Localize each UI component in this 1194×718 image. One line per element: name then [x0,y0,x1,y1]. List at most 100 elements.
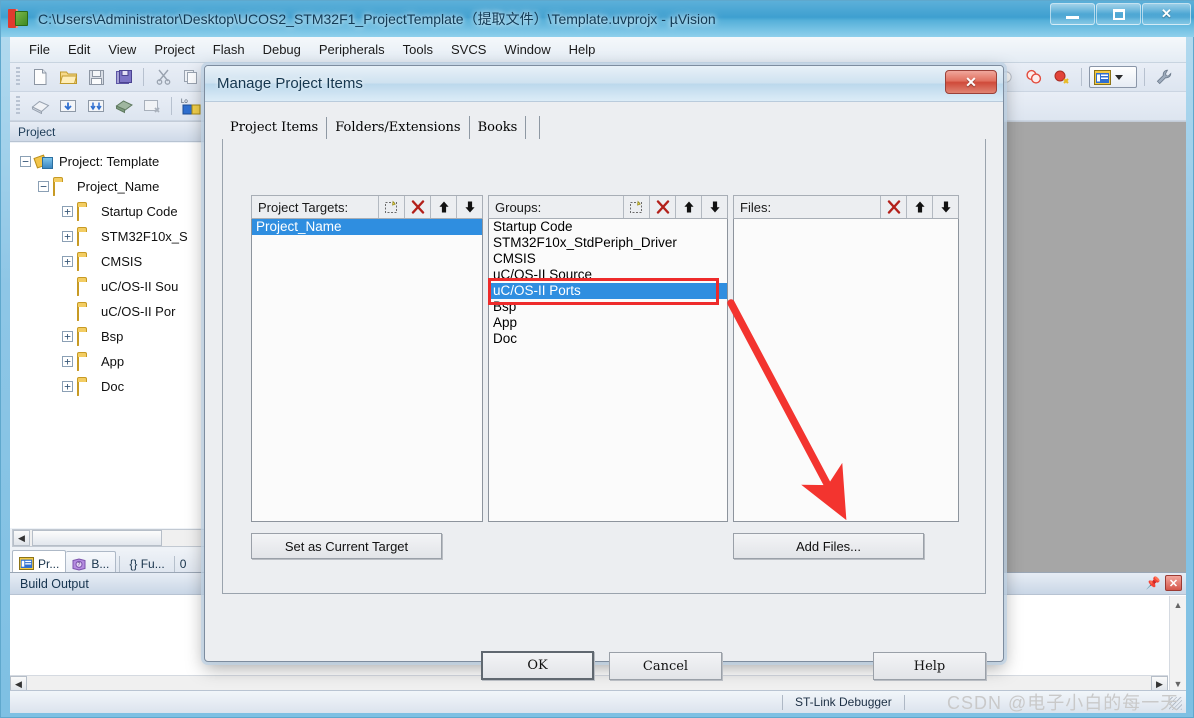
kill-breakpoints-icon[interactable] [1049,65,1075,89]
build-toolbar-grip[interactable] [16,96,20,116]
target-icon [53,178,71,196]
maximize-button[interactable] [1096,3,1141,25]
move-up-icon[interactable] [906,196,932,218]
pin-icon[interactable]: 📌 [1145,575,1161,591]
list-item[interactable]: Bsp [489,299,727,315]
collapse-icon[interactable]: − [20,156,31,167]
list-item[interactable]: Doc [489,331,727,347]
project-tree-horizontal-scrollbar[interactable]: ◀ [12,529,210,547]
list-item[interactable]: uC/OS-II Ports [489,283,727,299]
collapse-icon[interactable]: − [38,181,49,192]
toolbar-grip[interactable] [16,67,20,87]
stop-build-icon[interactable] [139,94,165,118]
tree-node-doc[interactable]: + Doc [14,374,215,399]
expand-icon[interactable]: + [62,356,73,367]
help-button[interactable]: Help [873,652,986,680]
save-icon[interactable] [83,65,109,89]
cut-icon[interactable] [150,65,176,89]
project-targets-listbox[interactable]: Project_Name [251,219,483,522]
configure-icon[interactable] [1151,65,1177,89]
batch-build-icon[interactable] [83,94,109,118]
resize-grip[interactable] [1169,697,1182,710]
tree-node-target[interactable]: − Project_Name [14,174,215,199]
set-as-current-target-button[interactable]: Set as Current Target [251,533,442,559]
cancel-button[interactable]: Cancel [609,652,722,680]
books-tab-icon: ? [72,557,87,571]
tree-node-stm32f10x[interactable]: + STM32F10x_S [14,224,215,249]
folder-icon [77,378,95,396]
files-listbox[interactable] [733,219,959,522]
menu-debug[interactable]: Debug [254,39,310,60]
rebuild-icon[interactable] [55,94,81,118]
new-item-icon[interactable] [378,196,404,218]
list-item[interactable]: CMSIS [489,251,727,267]
move-down-icon[interactable] [456,196,482,218]
menu-project[interactable]: Project [145,39,203,60]
delete-icon[interactable] [404,196,430,218]
build-output-vertical-scrollbar[interactable]: ▲ ▼ [1169,596,1186,692]
tree-node-cmsis[interactable]: + CMSIS [14,249,215,274]
tree-node-startup-code[interactable]: + Startup Code [14,199,215,224]
menu-window[interactable]: Window [495,39,559,60]
groups-listbox[interactable]: Startup Code STM32F10x_StdPeriph_Driver … [488,219,728,522]
new-item-icon[interactable] [623,196,649,218]
tree-node-bsp[interactable]: + Bsp [14,324,215,349]
expand-icon[interactable]: + [62,206,73,217]
tree-node-app[interactable]: + App [14,349,215,374]
save-all-icon[interactable] [111,65,137,89]
delete-icon[interactable] [649,196,675,218]
tree-node-label: Project: Template [59,154,160,169]
tree-node-label: STM32F10x_S [101,229,188,244]
menu-file[interactable]: File [20,39,59,60]
delete-icon[interactable] [880,196,906,218]
tab-books[interactable]: Books [470,116,527,139]
menu-help[interactable]: Help [560,39,605,60]
list-item[interactable]: Project_Name [252,219,482,235]
dialog-close-button[interactable]: ✕ [945,70,997,94]
expand-icon[interactable]: + [62,256,73,267]
menu-peripherals[interactable]: Peripherals [310,39,394,60]
list-item[interactable]: Startup Code [489,219,727,235]
list-item[interactable]: App [489,315,727,331]
move-up-icon[interactable] [675,196,701,218]
open-file-icon[interactable] [55,65,81,89]
menu-view[interactable]: View [99,39,145,60]
build-icon[interactable] [27,94,53,118]
dock-tab-divider [119,556,121,572]
move-down-icon[interactable] [701,196,727,218]
list-item[interactable]: uC/OS-II Source [489,267,727,283]
list-item[interactable]: STM32F10x_StdPeriph_Driver [489,235,727,251]
project-window-icon[interactable] [1089,66,1137,88]
expand-icon[interactable]: + [62,331,73,342]
project-tree[interactable]: − Project: Template − Project_Name + Sta… [10,143,215,528]
menu-flash[interactable]: Flash [204,39,254,60]
close-button[interactable]: ✕ [1142,3,1191,25]
tab-project-items[interactable]: Project Items [222,117,328,140]
folder-icon [77,203,95,221]
toolbar-separator [143,68,144,86]
window-titlebar: C:\Users\Administrator\Desktop\UCOS2_STM… [1,1,1194,37]
translate-icon[interactable] [111,94,137,118]
minimize-button[interactable] [1050,3,1095,25]
new-file-icon[interactable] [27,65,53,89]
copy-icon[interactable] [178,65,204,89]
add-files-button[interactable]: Add Files... [733,533,924,559]
menu-svcs[interactable]: SVCS [442,39,495,60]
scroll-left-icon[interactable]: ◀ [13,530,30,546]
scroll-up-icon[interactable]: ▲ [1170,596,1186,613]
ok-button[interactable]: OK [481,651,594,680]
tree-node-ucos-ports[interactable]: uC/OS-II Por [14,299,215,324]
tree-node-project[interactable]: − Project: Template [14,149,215,174]
move-up-icon[interactable] [430,196,456,218]
no-expander [62,306,73,317]
close-icon[interactable]: ✕ [1165,575,1182,591]
expand-icon[interactable]: + [62,381,73,392]
menu-edit[interactable]: Edit [59,39,99,60]
expand-icon[interactable]: + [62,231,73,242]
tree-node-ucos-source[interactable]: uC/OS-II Sou [14,274,215,299]
scrollbar-thumb[interactable] [32,530,162,546]
move-down-icon[interactable] [932,196,958,218]
tab-folders-extensions[interactable]: Folders/Extensions [327,116,470,139]
disable-breakpoints-icon[interactable] [1021,65,1047,89]
menu-tools[interactable]: Tools [394,39,442,60]
